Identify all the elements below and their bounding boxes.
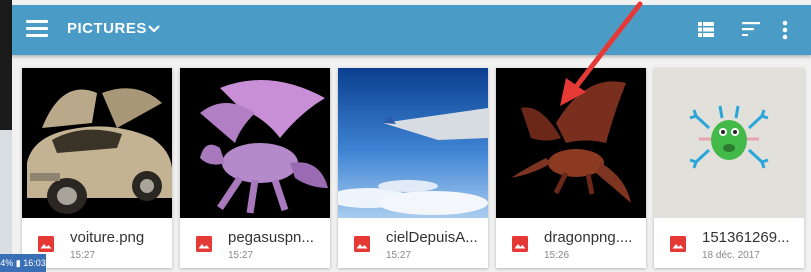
file-date: 18 déc. 2017: [702, 250, 760, 261]
file-name: 151361269...: [702, 229, 790, 246]
file-name: cielDepuisA...: [386, 229, 478, 246]
thumbnail-car: [22, 68, 172, 218]
file-date: 15:27: [70, 250, 96, 261]
file-date: 15:27: [386, 250, 412, 261]
background-photo-edge: [0, 0, 12, 130]
image-file-icon: [354, 236, 370, 252]
thumbnail-sky: [338, 68, 488, 218]
image-file-icon: [512, 236, 528, 252]
file-name: pegasuspn...: [228, 229, 314, 246]
image-file-icon: [38, 236, 54, 252]
thumbnail-pegasus: [180, 68, 330, 218]
page-title: PICTURES: [67, 20, 147, 37]
file-card-dragon[interactable]: dragonpng.... 15:26: [496, 68, 646, 268]
toolbar: PICTURES: [12, 5, 811, 55]
chevron-down-icon[interactable]: [146, 21, 162, 37]
thumbnail-dragon: [496, 68, 646, 218]
more-vert-icon[interactable]: [782, 20, 788, 40]
file-name: dragonpng....: [544, 229, 633, 246]
file-date: 15:26: [544, 250, 570, 261]
file-meta: dragonpng.... 15:26: [496, 218, 646, 268]
gallery-app: PICTURES voiture.png 15:27 pegasuspn... …: [12, 0, 811, 272]
file-meta: cielDepuisA... 15:27: [338, 218, 488, 268]
sort-icon[interactable]: [742, 22, 760, 36]
menu-icon[interactable]: [26, 20, 48, 40]
file-card-151361269[interactable]: 151361269... 18 déc. 2017: [654, 68, 804, 268]
file-card-pegasus[interactable]: pegasuspn... 15:27: [180, 68, 330, 268]
list-view-icon[interactable]: [698, 22, 714, 37]
file-date: 15:27: [228, 250, 254, 261]
file-card-voiture[interactable]: voiture.png 15:27: [22, 68, 172, 268]
file-meta: pegasuspn... 15:27: [180, 218, 330, 268]
file-meta: 151361269... 18 déc. 2017: [654, 218, 804, 268]
background-edge-light: [0, 130, 12, 260]
image-file-icon: [670, 236, 686, 252]
image-file-icon: [196, 236, 212, 252]
thumbnail-bug: [654, 68, 804, 218]
file-card-ciel[interactable]: cielDepuisA... 15:27: [338, 68, 488, 268]
status-bar: 4% ▮ 16:03: [0, 254, 46, 272]
file-name: voiture.png: [70, 229, 145, 246]
